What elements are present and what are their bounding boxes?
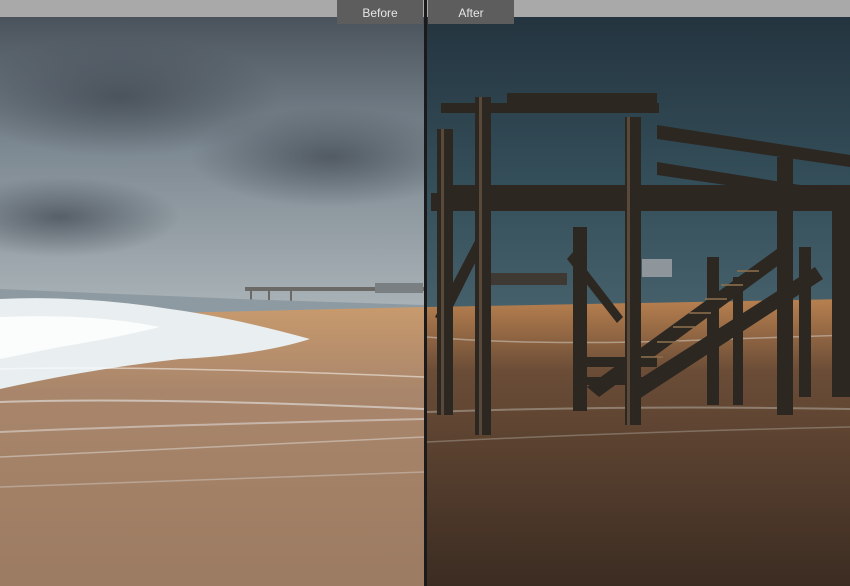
after-photo-panel[interactable]	[427, 17, 850, 586]
before-label: Before	[337, 0, 423, 24]
before-photo-panel[interactable]	[0, 17, 424, 586]
compare-divider[interactable]	[424, 0, 427, 586]
after-photo	[427, 17, 850, 586]
after-label: After	[428, 0, 514, 24]
before-photo	[0, 17, 424, 586]
